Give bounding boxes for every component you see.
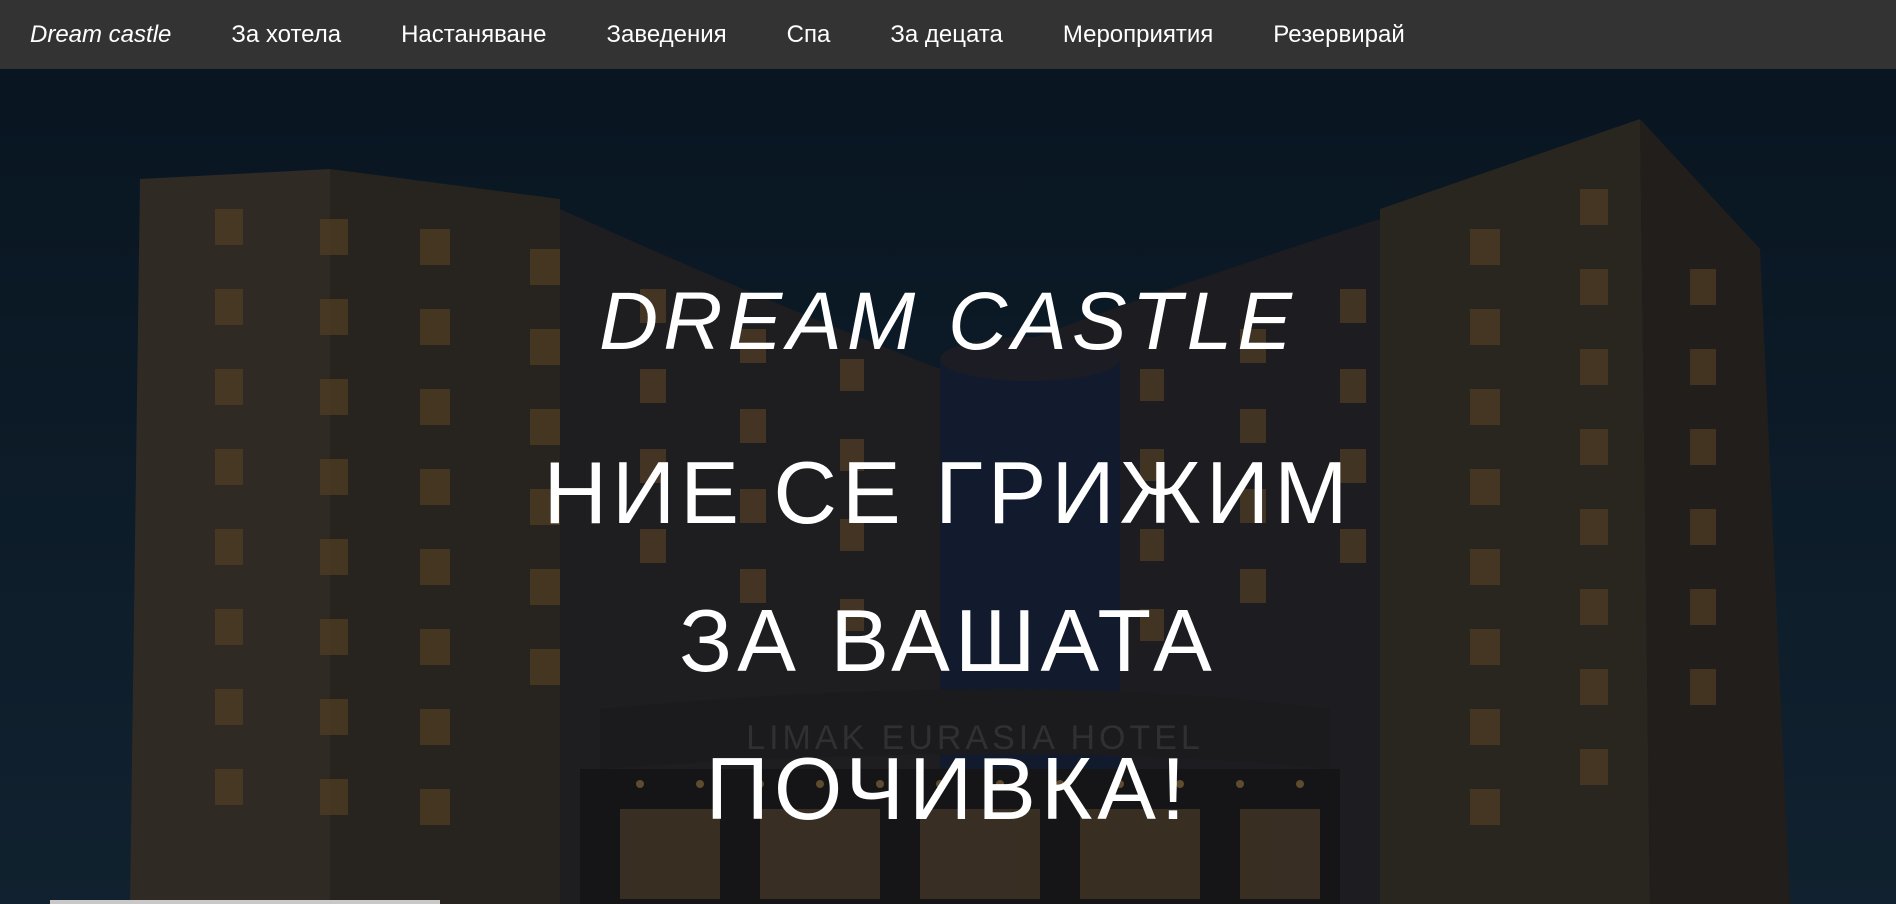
hero-title: DREAM CASTLE — [599, 276, 1297, 367]
nav-link-kids[interactable]: За децата — [890, 21, 1003, 49]
nav-brand-link[interactable]: Dream castle — [30, 21, 171, 49]
hero-slogan: НИЕ СЕ ГРИЖИМ ЗА ВАШАТА ПОЧИВКА! — [543, 443, 1353, 838]
nav-link-book[interactable]: Резервирай — [1273, 21, 1404, 49]
hero-section: LIMAK EURASIA HOTEL DREAM CASTLE НИЕ СЕ … — [0, 69, 1896, 904]
horizontal-scrollbar[interactable] — [50, 900, 440, 904]
hero-text-block: DREAM CASTLE НИЕ СЕ ГРИЖИМ ЗА ВАШАТА ПОЧ… — [0, 69, 1896, 904]
nav-link-spa[interactable]: Спа — [787, 21, 831, 49]
nav-link-accommodation[interactable]: Настаняване — [401, 21, 546, 49]
nav-link-about-hotel[interactable]: За хотела — [231, 21, 341, 49]
top-navbar: Dream castle За хотела Настаняване Завед… — [0, 0, 1896, 69]
nav-link-events[interactable]: Мероприятия — [1063, 21, 1213, 49]
nav-link-restaurants[interactable]: Заведения — [607, 21, 727, 49]
